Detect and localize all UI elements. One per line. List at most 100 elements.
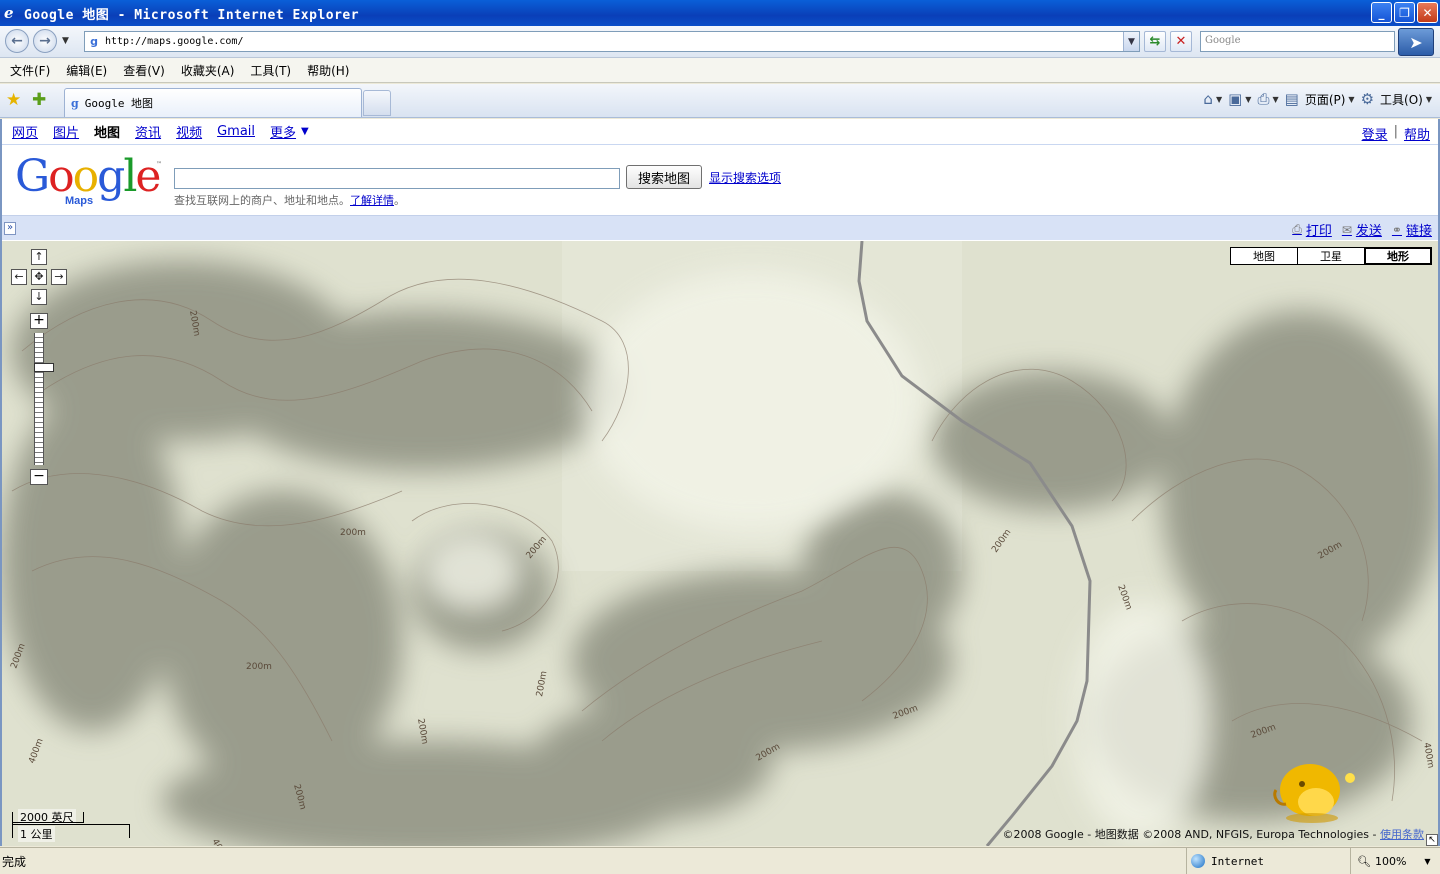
copyright-text: ©2008 Google - 地图数据 ©2008 AND, NFGIS, Eu… (1002, 828, 1380, 841)
pan-left-icon[interactable]: ← (11, 269, 27, 285)
map-type-satellite[interactable]: 卫星 (1297, 247, 1365, 265)
menu-file[interactable]: 文件(F) (4, 62, 56, 79)
pan-control: ↑ ← ✥ → ↓ (11, 249, 69, 309)
favorites-star-icon[interactable]: ★ (6, 90, 21, 110)
feeds-dropdown-icon[interactable]: ▼ (1245, 95, 1251, 104)
browser-search-input[interactable]: Google (1200, 31, 1395, 52)
logo-wordmark: Google (15, 151, 161, 202)
address-bar[interactable]: g http://maps.google.com/ ▼ (84, 31, 1140, 52)
zoom-slider-track[interactable] (34, 333, 54, 465)
print-dropdown-icon[interactable]: ▼ (1272, 95, 1278, 104)
scale-tick (129, 824, 130, 838)
link-link[interactable]: ⚭ 链接 (1392, 220, 1432, 240)
page-icon: ▤ (1284, 90, 1299, 108)
send-link[interactable]: ✉ 发送 (1342, 220, 1382, 240)
window-title: Google 地图 - Microsoft Internet Explorer (24, 7, 360, 23)
zoom-control: + − (30, 313, 54, 488)
stop-button[interactable]: ✕ (1170, 31, 1192, 52)
address-dropdown-icon[interactable]: ▼ (1123, 32, 1139, 51)
learn-more-link[interactable]: 了解详情 (350, 194, 394, 207)
contour-label: 200m (246, 662, 272, 672)
command-bar: ⌂ ▼ ▣ ▼ ⎙ ▼ ▤ 页面(P) ▼ ⚙ 工具(O) ▼ (1203, 90, 1432, 108)
print-link[interactable]: ⎙ 打印 (1292, 220, 1332, 239)
search-options-link[interactable]: 显示搜索选项 (709, 169, 781, 186)
pan-down-icon[interactable]: ↓ (31, 289, 47, 305)
search-go-button[interactable]: ➤ (1398, 28, 1434, 56)
map-copyright: ©2008 Google - 地图数据 ©2008 AND, NFGIS, Eu… (1002, 826, 1424, 842)
tools-menu[interactable]: 工具(O) (1380, 91, 1423, 108)
account-links: 登录 | 帮助 (1362, 124, 1430, 143)
close-button[interactable]: ✕ (1417, 2, 1438, 23)
nav-news[interactable]: 资讯 (135, 122, 161, 141)
nav-images[interactable]: 图片 (53, 122, 79, 141)
signin-link[interactable]: 登录 (1362, 124, 1388, 143)
overview-toggle-icon[interactable]: ↖ (1426, 834, 1438, 846)
map-tools: ⎙ 打印 ✉ 发送 ⚭ 链接 (1292, 220, 1432, 239)
nav-more[interactable]: 更多 (270, 122, 296, 141)
home-dropdown-icon[interactable]: ▼ (1216, 95, 1222, 104)
map-search-input[interactable] (174, 168, 620, 189)
terms-link[interactable]: 使用条款 (1380, 828, 1424, 841)
expand-panel-button[interactable]: » (4, 222, 16, 235)
map-canvas[interactable]: 200m 200m 200m 200m 200m 200m 200m 200m … (2, 241, 1438, 846)
refresh-button[interactable]: ⇆ (1144, 31, 1166, 52)
tools-dropdown-icon[interactable]: ▼ (1426, 95, 1432, 104)
menu-edit[interactable]: 编辑(E) (60, 62, 113, 79)
print-label: 打印 (1305, 224, 1332, 239)
minimize-button[interactable]: _ (1371, 2, 1392, 23)
search-maps-button[interactable]: 搜索地图 (626, 165, 702, 189)
printer-icon: ⎙ (1292, 222, 1302, 236)
zoom-level[interactable]: 🔍︎ 100% ▼ (1350, 848, 1440, 874)
zoom-in-button[interactable]: + (30, 313, 48, 329)
help-link[interactable]: 帮助 (1404, 124, 1430, 143)
map-type-map[interactable]: 地图 (1230, 247, 1298, 265)
security-zone[interactable]: Internet (1186, 848, 1346, 874)
gear-icon: ⚙ (1360, 90, 1375, 108)
page-menu[interactable]: 页面(P) (1305, 91, 1346, 108)
tab-google-maps[interactable]: g Google 地图 (64, 88, 362, 117)
nav-web[interactable]: 网页 (12, 122, 38, 141)
new-tab-button[interactable] (363, 90, 391, 116)
page-dropdown-icon[interactable]: ▼ (1348, 95, 1354, 104)
pan-center-icon[interactable]: ✥ (31, 269, 47, 285)
more-caret-icon[interactable]: ▼ (301, 126, 309, 137)
map-type-switcher: 地图 卫星 地形 (1230, 247, 1432, 265)
address-url[interactable]: http://maps.google.com/ (105, 36, 243, 47)
home-icon[interactable]: ⌂ (1203, 90, 1213, 108)
page-content: 网页 图片 地图 资讯 视频 Gmail 更多 ▼ 登录 | 帮助 Google… (0, 119, 1440, 846)
add-favorite-icon[interactable]: ✚ (32, 90, 46, 110)
google-maps-logo[interactable]: Google ™ Maps (15, 155, 163, 211)
nav-maps: 地图 (94, 126, 121, 141)
back-button[interactable]: ← (5, 29, 29, 53)
nav-gmail[interactable]: Gmail (217, 124, 255, 139)
status-bar: 完成 Internet 🔍︎ 100% ▼ (0, 847, 1440, 874)
search-go-icon: ➤ (1409, 32, 1423, 52)
google-top-nav: 网页 图片 地图 资讯 视频 Gmail 更多 ▼ 登录 | 帮助 (2, 119, 1438, 145)
feeds-icon[interactable]: ▣ (1228, 90, 1242, 108)
print-icon[interactable]: ⎙ (1257, 90, 1269, 108)
pan-right-icon[interactable]: → (51, 269, 67, 285)
zoom-out-button[interactable]: − (30, 469, 48, 485)
menu-favorites[interactable]: 收藏夹(A) (175, 62, 241, 79)
address-row: ← → ▼ g http://maps.google.com/ ▼ ⇆ ✕ Go… (0, 26, 1440, 58)
menu-help[interactable]: 帮助(H) (301, 62, 355, 79)
menu-tools[interactable]: 工具(T) (244, 62, 297, 79)
site-favicon-icon: g (90, 35, 98, 48)
link-label: 链接 (1405, 224, 1432, 239)
map-type-terrain[interactable]: 地形 (1364, 247, 1432, 265)
forward-button[interactable]: → (33, 29, 57, 53)
map-scale: 2000 英尺 1 公里 (10, 806, 150, 842)
ie-logo-icon: e (4, 4, 14, 22)
tab-favicon-icon: g (71, 96, 79, 110)
internet-globe-icon (1191, 854, 1205, 868)
maximize-button[interactable]: ❐ (1394, 2, 1415, 23)
zone-label: Internet (1211, 854, 1264, 868)
status-text: 完成 (2, 855, 27, 869)
nav-video[interactable]: 视频 (176, 122, 202, 141)
stop-icon: ✕ (1175, 34, 1187, 49)
pan-up-icon[interactable]: ↑ (31, 249, 47, 265)
menu-view[interactable]: 查看(V) (117, 62, 171, 79)
history-dropdown-icon[interactable]: ▼ (62, 36, 69, 46)
zoom-slider-thumb[interactable] (34, 363, 54, 372)
zoom-dropdown-icon[interactable]: ▼ (1424, 857, 1430, 866)
